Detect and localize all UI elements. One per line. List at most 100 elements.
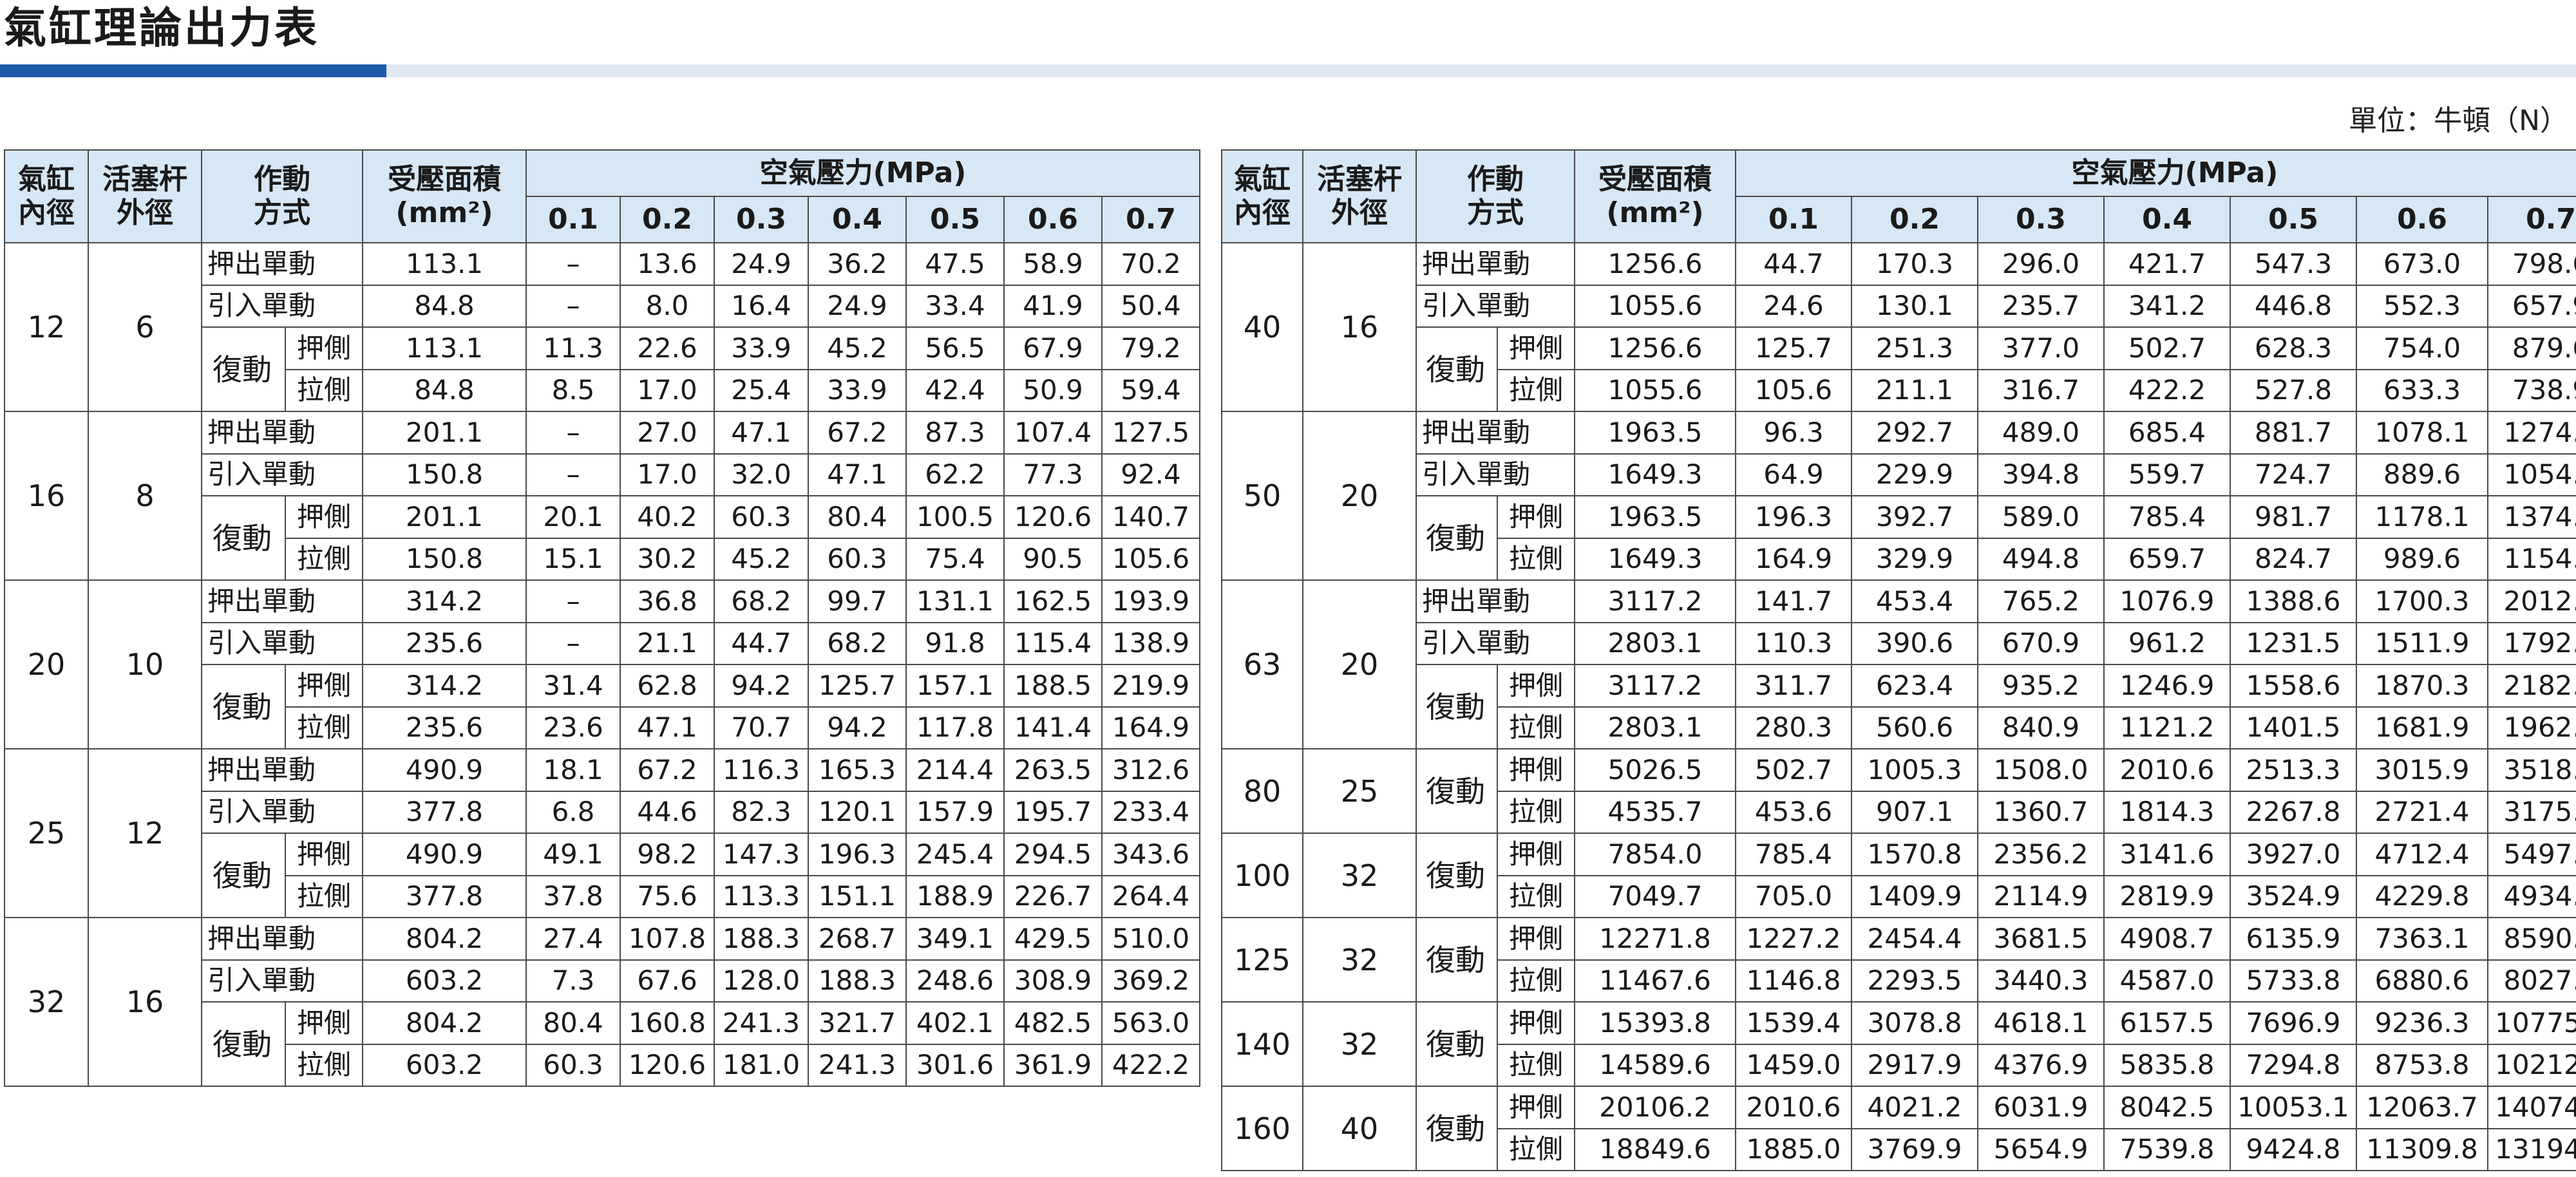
force-cell: 3769.9 [1851, 1127, 1978, 1171]
side-cell: 押側 [1497, 748, 1575, 792]
force-cell: 738.9 [2487, 368, 2576, 412]
force-cell: 1388.6 [2230, 579, 2357, 623]
force-cell: 3141.6 [2103, 833, 2231, 876]
force-cell: 294.5 [1003, 833, 1103, 876]
table-row: 12 6 押出單動 113.1–13.6 24.9 36.2 47.5 58.9 70.2 [4, 242, 1200, 412]
force-cell: 11309.8 [2356, 1127, 2488, 1171]
area-cell: 4535.7 [1574, 790, 1736, 834]
side-cell: 押側 [1497, 326, 1575, 370]
rod-cell: 6 [88, 242, 202, 412]
force-cell: 268.7 [808, 917, 907, 961]
force-cell: 62.2 [905, 453, 1005, 496]
table-row: 40 16 押出單動 1256.6 44.7 170.3 296.0 421.7 547.3 67… [1221, 242, 2576, 412]
mode-cell: 復動 [201, 326, 286, 412]
force-cell: 422.2 [2103, 368, 2231, 412]
force-cell: 33.4 [905, 284, 1005, 328]
force-cell: 60.3 [526, 1043, 621, 1087]
area-cell: 2803.1 [1574, 621, 1736, 665]
side-cell: 押側 [285, 326, 363, 370]
force-cell: 17.0 [620, 368, 715, 412]
force-cell: 670.9 [1977, 621, 2105, 665]
table-row: 引入單動 1649.3 64.9 229.9 394.8 559.7 724.7 889.6 1… [1222, 453, 2576, 496]
rod-cell: 12 [88, 748, 202, 918]
force-cell: 18.1 [526, 748, 621, 792]
area-cell: 490.9 [362, 748, 527, 792]
force-cell: 1401.5 [2230, 706, 2357, 749]
mode-cell: 引入單動 [1416, 453, 1575, 496]
force-cell: 685.4 [2103, 411, 2231, 455]
bore-cell: 40 [1221, 242, 1303, 412]
side-cell: 押側 [1497, 833, 1575, 876]
force-cell: 96.3 [1735, 411, 1852, 455]
area-cell: 113.1 [362, 242, 527, 286]
force-cell: 1700.3 [2356, 579, 2488, 623]
force-cell: 527.8 [2230, 368, 2357, 412]
force-cell: 251.3 [1851, 326, 1978, 370]
mode-cell: 復動 [201, 495, 286, 581]
force-cell: 673.0 [2356, 242, 2488, 286]
area-cell: 235.6 [362, 621, 527, 665]
force-cell: 67.2 [808, 411, 907, 455]
force-cell: 226.7 [1003, 874, 1103, 918]
force-cell: 5654.9 [1977, 1127, 2105, 1171]
force-cell: 961.2 [2103, 621, 2231, 665]
force-cell: 1409.9 [1851, 874, 1978, 918]
force-cell: 68.2 [714, 579, 809, 623]
header-line: 內徑 [18, 196, 75, 229]
force-cell: 31.4 [526, 664, 621, 708]
side-cell: 拉側 [1497, 1127, 1575, 1171]
force-cell: – [526, 579, 621, 623]
force-cell: 2917.9 [1851, 1043, 1978, 1087]
mode-cell: 引入單動 [201, 453, 363, 496]
force-cell: 47.5 [905, 242, 1005, 286]
side-cell: 拉側 [1497, 706, 1575, 749]
force-cell: 160.8 [620, 1001, 715, 1045]
force-cell: 633.3 [2356, 368, 2488, 412]
mode-cell: 押出單動 [201, 917, 363, 961]
force-cell: 724.7 [2230, 453, 2357, 496]
force-cell: 68.2 [808, 621, 907, 665]
force-cell: 1570.8 [1851, 833, 1978, 876]
force-cell: 879.6 [2487, 326, 2576, 370]
force-cell: 12063.7 [2356, 1086, 2488, 1129]
force-cell: 117.8 [905, 706, 1005, 749]
force-cell: 1539.4 [1735, 1001, 1852, 1045]
force-cell: 7539.8 [2103, 1127, 2231, 1171]
table-row: 50 20 押出單動 1963.5 96.3 292.7 489.0 685.4 881.7 10… [1221, 411, 2576, 581]
force-cell: 15.1 [526, 537, 621, 581]
mode-cell: 復動 [1416, 833, 1498, 918]
area-cell: 2803.1 [1574, 706, 1736, 749]
force-cell: 494.8 [1977, 537, 2105, 581]
mode-cell: 押出單動 [201, 579, 363, 623]
mode-cell: 引入單動 [1416, 284, 1575, 328]
force-cell: 110.3 [1735, 621, 1852, 665]
area-cell: 113.1 [362, 326, 527, 370]
force-cell: 24.9 [808, 284, 907, 328]
force-cell: 25.4 [714, 368, 809, 412]
force-cell: 79.2 [1101, 326, 1200, 370]
force-cell: 16.4 [714, 284, 809, 328]
side-cell: 押側 [285, 1001, 363, 1045]
header-pressure-value: 0.1 [526, 196, 621, 243]
force-cell: 3681.5 [1977, 917, 2105, 961]
force-cell: 4934.8 [2487, 874, 2576, 918]
force-cell: 90.5 [1003, 537, 1103, 581]
header-pressure-value: 0.5 [905, 196, 1005, 243]
force-cell: 2293.5 [1851, 959, 1978, 1003]
force-cell: 125.7 [808, 664, 907, 708]
force-cell: 36.2 [808, 242, 907, 286]
force-cell: 58.9 [1003, 242, 1103, 286]
rod-cell: 20 [1302, 411, 1417, 581]
force-cell: 6031.9 [1977, 1086, 2105, 1129]
bore-cell: 25 [4, 748, 89, 918]
force-cell: 44.7 [1735, 242, 1852, 286]
force-cell: 659.7 [2103, 537, 2231, 581]
area-cell: 1055.6 [1574, 368, 1736, 412]
mode-cell: 復動 [1416, 748, 1498, 834]
area-cell: 1649.3 [1574, 453, 1736, 496]
header-line: (mm²) [1606, 196, 1704, 229]
force-cell: 308.9 [1003, 959, 1103, 1003]
force-cell: 510.0 [1101, 917, 1200, 961]
force-cell: 214.4 [905, 748, 1005, 792]
force-cell: 42.4 [905, 368, 1005, 412]
